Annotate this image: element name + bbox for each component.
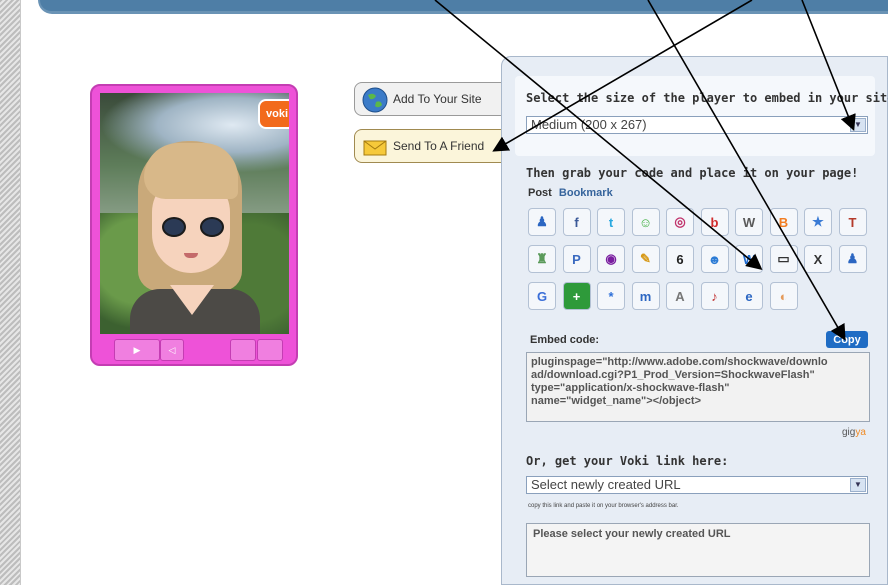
arrow-to-wlm-icon (434, 0, 763, 271)
annotation-arrows (434, 0, 856, 341)
arrow-to-send-friend (492, 0, 753, 152)
arrow-to-copy-button (647, 0, 846, 341)
arrow-to-size-select (801, 0, 856, 131)
